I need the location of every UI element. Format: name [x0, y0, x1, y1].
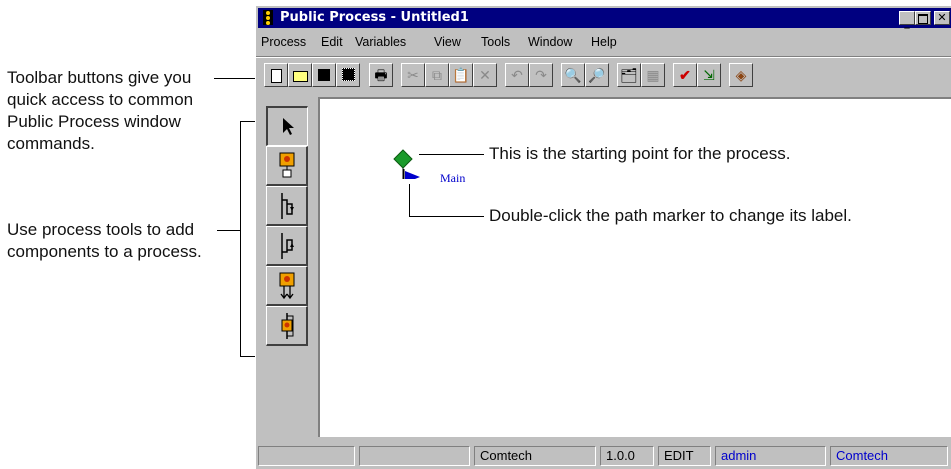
tools-callout-leader [217, 230, 241, 231]
new-icon [270, 69, 282, 83]
path-label[interactable]: Main [440, 171, 465, 186]
process-tools-palette [263, 100, 309, 384]
zoom-in-button[interactable]: 🔎 [585, 63, 609, 87]
layout-button[interactable]: ▦ [641, 63, 665, 87]
save-all-button[interactable] [336, 63, 360, 87]
zoom-out-button[interactable]: 🔍 [561, 63, 585, 87]
window-title: Public Process - Untitled1 [280, 10, 469, 25]
delete-button[interactable]: ✕ [473, 63, 497, 87]
paste-button[interactable]: 📋 [449, 63, 473, 87]
properties-button[interactable]: 🗂 [617, 63, 641, 87]
callout-line: commands. [7, 134, 95, 153]
status-bar: Comtech 1.0.0 EDIT admin Comtech [256, 444, 951, 469]
redo-icon: ↷ [535, 67, 547, 83]
save-all-icon [341, 68, 355, 81]
menu-view[interactable]: View [434, 35, 461, 49]
tools-callout-bracket [240, 121, 241, 357]
open-icon [292, 71, 308, 82]
help-book-button[interactable]: ◈ [729, 63, 753, 87]
status-organization: Comtech [830, 446, 948, 466]
callout-line: This is the starting point for the proce… [489, 144, 791, 163]
status-user: admin [715, 446, 826, 466]
status-field-2 [359, 446, 470, 466]
pointer-tool[interactable] [266, 106, 308, 146]
zoom-in-icon: 🔎 [588, 67, 606, 83]
callout-line: Toolbar buttons give you [7, 68, 192, 87]
activity-tool[interactable] [266, 146, 308, 186]
validate-button[interactable]: ✔ [673, 63, 697, 87]
menu-help[interactable]: Help [591, 35, 617, 49]
split-path-tool[interactable] [266, 186, 308, 226]
close-icon: ✕ [937, 11, 947, 24]
menu-window[interactable]: Window [528, 35, 572, 49]
start-callout: This is the starting point for the proce… [489, 143, 790, 165]
start-point-icon[interactable] [393, 149, 413, 169]
callout-line: Use process tools to add [7, 220, 195, 239]
toolbar: 🖶 ✂ ⧉ 📋 ✕ ↶ ↷ 🔍 🔎 🗂 ▦ ✔ ⇲ ◈ [256, 60, 951, 94]
path-marker-flag-icon[interactable] [405, 171, 420, 179]
status-field-1 [258, 446, 355, 466]
title-bar[interactable]: Public Process - Untitled1 _ ✕ [258, 8, 951, 28]
callout-line: quick access to common [7, 90, 194, 109]
copy-icon: ⧉ [432, 67, 442, 83]
layout-icon: ▦ [646, 67, 660, 83]
callout-line: Double-click the path marker to change i… [489, 206, 852, 225]
copy-button[interactable]: ⧉ [425, 63, 449, 87]
maximize-icon [918, 14, 928, 24]
split-path-tool-icon [280, 193, 294, 219]
pointer-tool-icon [282, 118, 294, 135]
close-button[interactable]: ✕ [934, 11, 950, 25]
join-path-tool[interactable] [266, 226, 308, 266]
loop-tool-icon [279, 272, 294, 300]
menu-tools[interactable]: Tools [481, 35, 510, 49]
zoom-out-icon: 🔍 [564, 67, 582, 83]
callout-line: components to a process. [7, 242, 202, 261]
menu-variables[interactable]: Variables [355, 35, 406, 49]
redo-button[interactable]: ↷ [529, 63, 553, 87]
toolbar-callout-leader [214, 78, 256, 79]
deploy-icon: ⇲ [703, 67, 715, 83]
menu-separator-highlight [256, 57, 951, 58]
save-icon [318, 69, 330, 81]
paste-icon: 📋 [452, 67, 470, 83]
subprocess-tool-icon [281, 313, 293, 339]
save-button[interactable] [312, 63, 336, 87]
status-version: 1.0.0 [600, 446, 654, 466]
join-path-tool-icon [280, 233, 294, 259]
menu-edit[interactable]: Edit [321, 35, 343, 49]
help-book-icon: ◈ [735, 67, 747, 83]
marker-callout: Double-click the path marker to change i… [489, 205, 852, 227]
menu-process[interactable]: Process [261, 35, 306, 49]
print-button[interactable]: 🖶 [369, 63, 393, 87]
toolbar-callout: Toolbar buttons give you quick access to… [7, 67, 193, 155]
tools-callout: Use process tools to add components to a… [7, 219, 202, 263]
delete-icon: ✕ [479, 67, 491, 83]
status-server: Comtech [474, 446, 596, 466]
process-start-graphic [393, 149, 420, 179]
minimize-icon: _ [904, 16, 910, 29]
undo-icon: ↶ [511, 67, 523, 83]
minimize-button[interactable]: _ [899, 11, 915, 29]
callout-line: Public Process window [7, 112, 181, 131]
app-traffic-light-icon [263, 10, 273, 25]
subprocess-tool[interactable] [266, 306, 308, 346]
validate-icon: ✔ [679, 67, 691, 83]
loop-tool[interactable] [266, 266, 308, 306]
start-callout-leader [419, 154, 484, 155]
properties-icon: 🗂 [620, 67, 638, 83]
marker-callout-vertical [409, 184, 410, 216]
new-button[interactable] [264, 63, 288, 87]
marker-callout-leader [409, 216, 484, 217]
status-mode: EDIT [658, 446, 711, 466]
deploy-button[interactable]: ⇲ [697, 63, 721, 87]
cut-button[interactable]: ✂ [401, 63, 425, 87]
open-button[interactable] [288, 63, 312, 87]
activity-tool-icon [279, 152, 294, 178]
undo-button[interactable]: ↶ [505, 63, 529, 87]
print-icon: 🖶 [374, 67, 388, 83]
cut-icon: ✂ [407, 67, 419, 83]
maximize-button[interactable] [915, 11, 931, 25]
app-window: Public Process - Untitled1 _ ✕ Process E… [255, 6, 951, 469]
